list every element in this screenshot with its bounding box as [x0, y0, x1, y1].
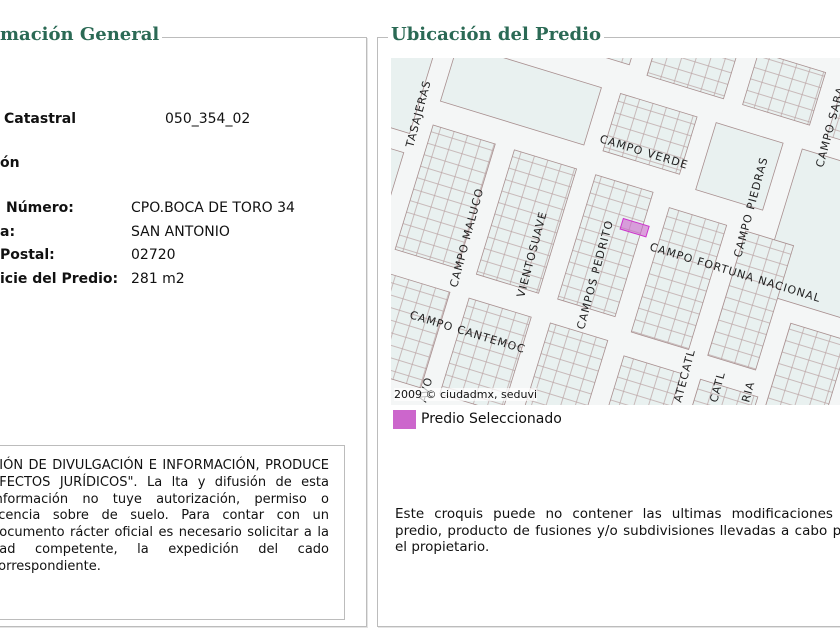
disclaimer-box: SIÓN DE DIVULGACIÓN E INFORMACIÓN, PRODU…	[0, 445, 345, 620]
calle-numero-label: Número:	[6, 200, 74, 216]
city-blocks	[391, 58, 840, 405]
legend-item-label: Predio Seleccionado	[421, 411, 562, 427]
superficie-label: icie del Predio:	[0, 271, 119, 287]
cuenta-catastral-value: 050_354_02	[165, 111, 251, 127]
location-map[interactable]: TASAJERAS CAMPO VERDE CAMPO SABA CAMPO P…	[391, 58, 840, 405]
location-legend: Ubicación del Predio	[388, 24, 604, 45]
map-canvas: TASAJERAS CAMPO VERDE CAMPO SABA CAMPO P…	[391, 58, 840, 405]
colonia-value: SAN ANTONIO	[131, 224, 230, 240]
direccion-heading: ón	[0, 155, 20, 171]
codigo-postal-value: 02720	[131, 247, 176, 263]
map-copyright: 2009 © ciudadmx, seduvi	[394, 388, 538, 401]
selected-parcel-swatch-icon	[393, 410, 416, 429]
general-info-legend: mación General	[0, 24, 163, 45]
colonia-label: a:	[0, 224, 16, 240]
calle-numero-value: CPO.BOCA DE TORO 34	[131, 200, 295, 216]
superficie-value: 281 m2	[131, 271, 185, 287]
cuenta-catastral-label: Catastral	[4, 111, 77, 127]
codigo-postal-label: Postal:	[0, 247, 55, 263]
map-note: Este croquis puede no contener las ultim…	[395, 506, 840, 555]
disclaimer-text: SIÓN DE DIVULGACIÓN E INFORMACIÓN, PRODU…	[0, 458, 329, 574]
